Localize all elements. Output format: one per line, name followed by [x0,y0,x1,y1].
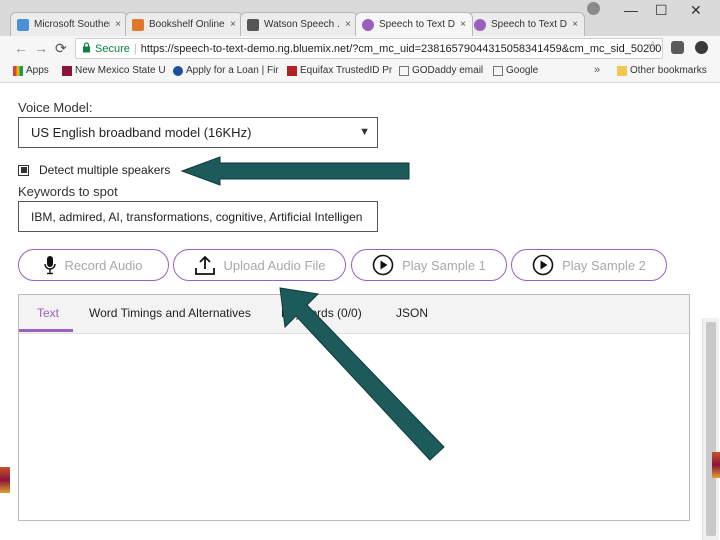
tab-favicon-icon [132,18,144,31]
tab-close-icon[interactable]: × [115,19,121,30]
page-content: Voice Model: US English broadband model … [0,83,720,540]
scroll-thumb[interactable] [706,322,716,536]
tab-title: Bookshelf Online [149,19,225,30]
other-bookmarks-label: Other bookmarks [630,65,707,76]
address-bar[interactable]: Secure | https://speech-to-text-demo.ng.… [75,38,663,59]
keywords-value: IBM, admired, AI, transformations, cogni… [31,209,363,224]
tab-close-icon[interactable]: × [230,19,236,30]
tab-json[interactable]: JSON [396,306,428,320]
bookmark-label: GODaddy email [412,65,484,76]
bank-icon [173,65,183,76]
tab-close-icon[interactable]: × [460,19,466,30]
keywords-input[interactable]: IBM, admired, AI, transformations, cogni… [18,201,378,232]
bookmark-star-icon[interactable]: ☆ [647,38,659,54]
play-sample-2-button[interactable]: Play Sample 2 [511,249,667,281]
extension-icon[interactable] [671,41,684,54]
forward-icon[interactable]: → [34,40,48,56]
browser-tab[interactable]: Microsoft Souther... × [10,12,128,36]
bookmark-nmsu[interactable]: New Mexico State U [62,65,166,76]
secure-label: Secure [95,42,130,55]
tab-close-icon[interactable]: × [572,19,578,30]
profile-icon[interactable] [587,2,600,15]
url-text[interactable]: https://speech-to-text-demo.ng.bluemix.n… [141,43,662,55]
tab-keywords[interactable]: Keywords (0/0) [281,306,362,320]
browser-tab[interactable]: Watson Speech ... × [240,12,358,36]
slide-edge-decoration [0,467,10,493]
tab-title: Microsoft Souther... [34,19,110,30]
url-separator: | [133,42,137,55]
nmsu-icon [62,65,72,76]
dropdown-arrow-icon: ▼ [359,126,370,138]
apps-grid-icon [13,65,23,76]
bookmark-label: Apps [26,65,49,76]
browser-tab-bar: Microsoft Souther... × Bookshelf Online … [0,0,720,37]
tab-favicon-icon [17,18,29,31]
voice-model-select[interactable]: US English broadband model (16KHz) ▼ [18,117,378,148]
keywords-label: Keywords to spot [18,184,118,199]
browser-tab[interactable]: Bookshelf Online × [125,12,243,36]
tab-title: Watson Speech ... [264,19,341,30]
detect-speakers-label: Detect multiple speakers [39,163,171,177]
play-sample-2-label: Play Sample 2 [562,257,646,273]
voice-model-label: Voice Model: [18,100,93,115]
play-circle-icon [532,254,554,276]
play-sample-1-button[interactable]: Play Sample 1 [351,249,507,281]
voice-model-value: US English broadband model (16KHz) [31,125,252,140]
detect-speakers-checkbox[interactable] [18,164,29,176]
page-icon [493,65,503,76]
slide-edge-decoration [712,452,720,478]
browser-tab-active[interactable]: Speech to Text D... × [355,12,473,36]
output-panel: Text Word Timings and Alternatives Keywo… [18,294,690,521]
active-tab-indicator [19,329,73,332]
tab-favicon-icon [247,18,259,31]
bookmark-equifax[interactable]: Equifax TrustedID Pr [287,65,392,76]
tab-text[interactable]: Text [37,306,59,320]
tab-title: Speech to Text D... [491,19,568,30]
page-icon [399,65,409,76]
bookmark-label: Equifax TrustedID Pr [300,65,393,76]
microphone-icon [44,255,57,275]
bookmark-loan[interactable]: Apply for a Loan | Fir [173,65,279,76]
upload-audio-button[interactable]: Upload Audio File [173,249,346,281]
play-sample-1-label: Play Sample 1 [402,257,486,273]
bookmark-label: Apply for a Loan | Fir [186,65,279,76]
lock-icon [82,41,91,56]
output-tabs: Text Word Timings and Alternatives Keywo… [19,295,689,334]
browser-tab[interactable]: Speech to Text D... × [467,12,585,36]
folder-icon [617,65,627,76]
record-audio-button[interactable]: Record Audio [18,249,169,281]
reload-icon[interactable]: ⟳ [55,40,67,57]
tab-word-timings[interactable]: Word Timings and Alternatives [89,306,251,320]
bookmark-label: Google [506,65,539,76]
tab-favicon-icon [474,18,486,31]
minimize-icon[interactable]: — [624,2,638,18]
bookmark-apps[interactable]: Apps [13,65,49,76]
browser-toolbar: ← → ⟳ Secure | https://speech-to-text-de… [0,36,720,62]
bookmark-godaddy[interactable]: GODaddy email [399,65,483,76]
bookmark-label: New Mexico State U [75,65,166,76]
upload-audio-label: Upload Audio File [223,257,326,273]
play-circle-icon [372,254,394,276]
record-audio-label: Record Audio [64,257,143,273]
bookmarks-bar: Apps New Mexico State U Apply for a Loan… [0,62,720,83]
tab-title: Speech to Text D... [379,19,456,30]
page-scrollbar[interactable] [702,318,719,540]
other-bookmarks[interactable]: Other bookmarks [617,65,707,76]
bookmark-google[interactable]: Google [493,65,538,76]
menu-icon[interactable] [695,41,708,54]
equifax-icon [287,65,297,76]
back-icon[interactable]: ← [14,40,28,56]
detect-speakers-option[interactable]: Detect multiple speakers [18,163,170,177]
tab-favicon-icon [362,18,374,31]
upload-icon [194,254,216,276]
bookmarks-overflow-icon[interactable]: » [594,64,600,76]
tab-close-icon[interactable]: × [345,19,351,30]
close-window-icon[interactable]: ✕ [690,2,702,19]
maximize-icon[interactable]: ☐ [655,2,668,19]
